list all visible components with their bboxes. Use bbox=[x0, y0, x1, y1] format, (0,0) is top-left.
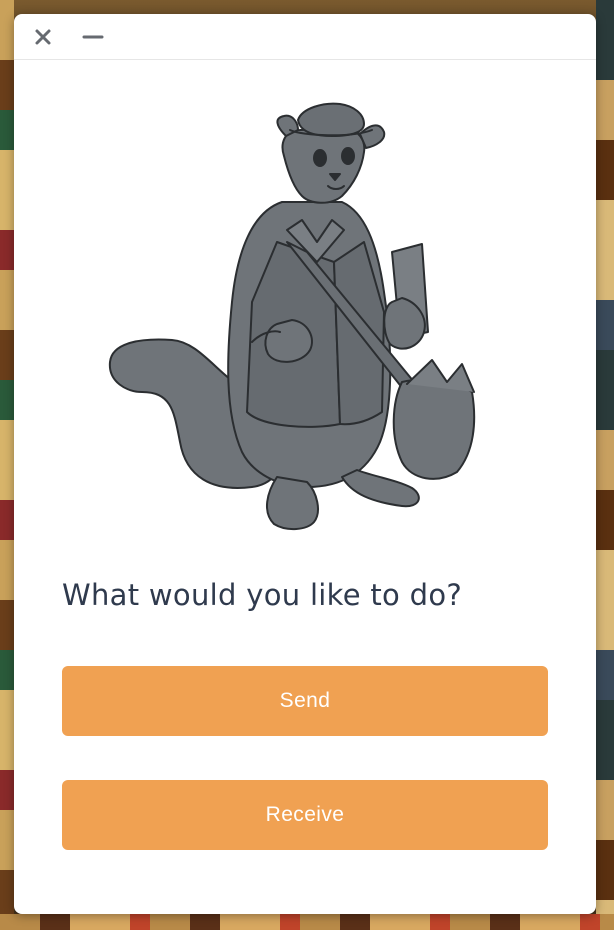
prompt-heading: What would you like to do? bbox=[62, 578, 463, 612]
ferret-mail-carrier-illustration bbox=[102, 92, 482, 532]
background-left-strip bbox=[0, 0, 14, 930]
background-bottom-strip bbox=[0, 914, 614, 930]
minimize-icon[interactable] bbox=[82, 26, 104, 48]
app-window: What would you like to do? Send Receive bbox=[14, 14, 596, 914]
close-icon[interactable] bbox=[32, 26, 54, 48]
send-button[interactable]: Send bbox=[62, 666, 548, 736]
background-right-strip bbox=[596, 0, 614, 930]
receive-button[interactable]: Receive bbox=[62, 780, 548, 850]
title-bar bbox=[14, 14, 596, 60]
